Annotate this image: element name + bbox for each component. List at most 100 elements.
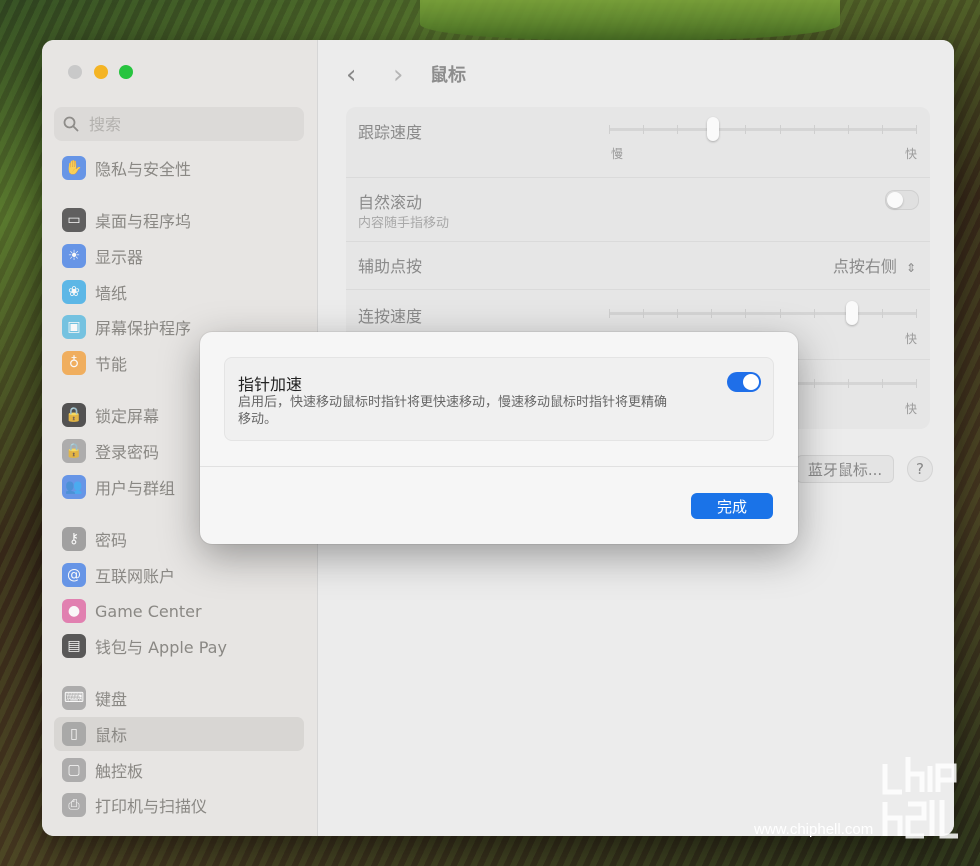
page-title: 鼠标 [430, 65, 466, 86]
lightbulb-icon: ♁ [62, 351, 86, 375]
slider-tick [609, 125, 610, 134]
wallpaper-icon: ❀ [62, 280, 86, 304]
double-click-speed-label: 连按速度 [358, 307, 423, 326]
natural-scroll-description: 内容随手指移动 [358, 216, 450, 231]
sidebar-item-label: 用户与群组 [95, 479, 176, 498]
tracking-speed-thumb[interactable] [707, 117, 719, 141]
minimize-window-button[interactable] [94, 65, 108, 79]
double-click-speed-max-label: 快 [905, 332, 918, 346]
sidebar-item-label: 节能 [95, 355, 128, 374]
bluetooth-mouse-button[interactable]: 蓝牙鼠标... [796, 455, 894, 483]
tracking-speed-slider[interactable] [609, 117, 917, 141]
slider-tick [882, 309, 883, 318]
watermark-url: www.chiphell.com [754, 821, 874, 838]
slider-tick [814, 379, 815, 388]
lock-icon: 🔒 [62, 403, 86, 427]
sidebar-item-label: 隐私与安全性 [95, 160, 192, 179]
sidebar-item-label: Game Center [95, 601, 202, 621]
sidebar-item-label: 键盘 [95, 690, 128, 709]
hand-icon: ✋ [62, 156, 86, 180]
sidebar-item[interactable]: ❀ 墙纸 [54, 275, 304, 309]
sidebar-item-label: 锁定屏幕 [95, 407, 160, 426]
slider-tick [814, 309, 815, 318]
secondary-click-popup[interactable]: 点按右侧 ⇕ [833, 253, 916, 277]
sidebar-item[interactable]: ▭ 桌面与程序坞 [54, 203, 304, 237]
sidebar-item-label: 桌面与程序坞 [95, 212, 192, 231]
natural-scroll-row: 自然滚动 内容随手指移动 [346, 177, 930, 242]
tracking-speed-max-label: 快 [905, 147, 918, 161]
sidebar-item[interactable]: ▢ 触控板 [54, 753, 304, 787]
sidebar-item-label: 触控板 [95, 762, 144, 781]
tracking-speed-row: 跟踪速度 慢 快 [346, 107, 930, 178]
maximize-window-button[interactable] [119, 65, 133, 79]
slider-tick [882, 379, 883, 388]
trackpad-icon: ▢ [62, 758, 86, 782]
pointer-acceleration-toggle[interactable] [727, 372, 761, 392]
sidebar-item-label: 密码 [95, 531, 128, 550]
game-center-icon: ● [62, 599, 86, 623]
sidebar-item[interactable]: ▤ 钱包与 Apple Pay [54, 629, 304, 663]
sidebar-item[interactable]: ☀ 显示器 [54, 239, 304, 273]
slider-tick [711, 309, 712, 318]
sidebar-item-label: 墙纸 [95, 284, 128, 303]
sidebar-item-label: 钱包与 Apple Pay [95, 638, 227, 657]
natural-scroll-label: 自然滚动 [358, 193, 423, 212]
slider-tick [882, 125, 883, 134]
double-click-speed-thumb[interactable] [846, 301, 858, 325]
sidebar-item[interactable]: ⌨ 键盘 [54, 681, 304, 715]
slider-tick [643, 125, 644, 134]
slider-tick [848, 125, 849, 134]
toggle-knob [887, 192, 903, 208]
pointer-acceleration-sheet: 指针加速 启用后，快速移动鼠标时指针将更快速移动，慢速移动鼠标时指针将更精确移动… [200, 332, 798, 544]
slider-tick [848, 379, 849, 388]
secondary-click-label: 辅助点按 [358, 257, 423, 276]
login-lock-icon: 🔒 [62, 439, 86, 463]
secondary-click-value: 点按右侧 [832, 257, 897, 276]
slider-tick [609, 309, 610, 318]
sidebar-item[interactable]: ▯ 鼠标 [54, 717, 304, 751]
slider-tick [677, 309, 678, 318]
dock-icon: ▭ [62, 208, 86, 232]
sidebar-item[interactable]: ● Game Center [54, 594, 304, 628]
back-chevron-icon[interactable]: ‹ [346, 60, 356, 90]
at-icon: @ [62, 563, 86, 587]
tracking-speed-min-label: 慢 [611, 147, 624, 161]
sidebar-item-label: 互联网账户 [95, 567, 176, 586]
display-brightness-icon: ☀ [62, 244, 86, 268]
slider-tick [916, 309, 917, 318]
help-button[interactable]: ? [907, 456, 933, 482]
natural-scroll-toggle[interactable] [885, 190, 919, 210]
mouse-icon: ▯ [62, 722, 86, 746]
slider-tick [916, 125, 917, 134]
forward-chevron-icon[interactable]: › [393, 60, 403, 90]
wallpaper-field [420, 0, 840, 40]
sidebar-item[interactable]: ✋ 隐私与安全性 [54, 151, 304, 185]
sidebar-item[interactable]: @ 互联网账户 [54, 558, 304, 592]
slider-tick [745, 309, 746, 318]
sidebar-item-label: 显示器 [95, 248, 144, 267]
printer-icon: ⎙ [62, 793, 86, 817]
sidebar-item-label: 屏幕保护程序 [95, 319, 192, 338]
slider-tick [643, 309, 644, 318]
key-icon: ⚷ [62, 527, 86, 551]
users-icon: 👥 [62, 475, 86, 499]
slider-tick [780, 309, 781, 318]
keyboard-icon: ⌨ [62, 686, 86, 710]
chiphell-logo [882, 757, 958, 839]
sidebar-item[interactable]: ⎙ 打印机与扫描仪 [54, 788, 304, 822]
slider-tick [677, 125, 678, 134]
secondary-click-row: 辅助点按 点按右侧 ⇕ [346, 241, 930, 290]
slider-tick [745, 125, 746, 134]
sheet-divider [200, 466, 798, 467]
double-click-speed-slider[interactable] [609, 301, 917, 325]
search-input[interactable] [87, 113, 291, 135]
slider-tick [814, 125, 815, 134]
sidebar-item-label: 打印机与扫描仪 [95, 797, 208, 816]
pointer-acceleration-description: 启用后，快速移动鼠标时指针将更快速移动，慢速移动鼠标时指针将更精确移动。 [238, 395, 668, 427]
toggle-knob [743, 374, 759, 390]
done-button[interactable]: 完成 [691, 493, 773, 519]
pointer-acceleration-title: 指针加速 [238, 375, 303, 394]
close-window-button[interactable] [68, 65, 82, 79]
slider-tick [916, 379, 917, 388]
search-field[interactable] [54, 107, 304, 141]
